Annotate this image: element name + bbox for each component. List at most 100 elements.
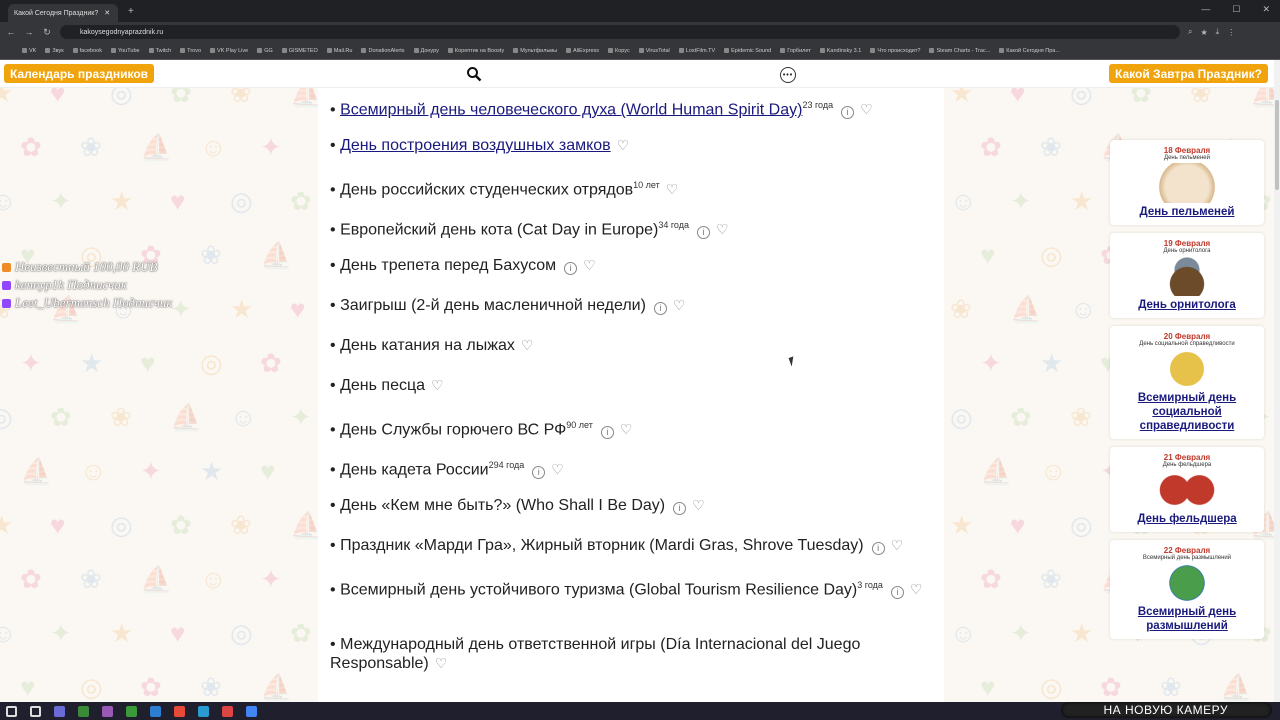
bookmark-item[interactable]: Twitch	[148, 48, 171, 54]
heart-icon[interactable]: ♡	[673, 297, 686, 313]
close-icon[interactable]: ✕	[104, 9, 110, 17]
info-icon[interactable]: i	[871, 542, 885, 555]
heart-icon[interactable]: ♡	[716, 221, 729, 237]
bullet: •	[330, 497, 336, 514]
app-icon[interactable]	[54, 705, 65, 717]
bookmark-item[interactable]: Epidemic Sound	[724, 48, 771, 54]
bookmark-item[interactable]: Steam Charts - Trac...	[929, 48, 990, 54]
heart-icon[interactable]: ♡	[521, 337, 534, 353]
new-tab-button[interactable]: +	[128, 6, 134, 17]
url-field[interactable]: kakoysegodnyaprazdnik.ru	[60, 25, 1180, 39]
pattern-decoration: ✿	[170, 510, 192, 540]
info-icon[interactable]: i	[653, 302, 667, 315]
bookmark-item[interactable]: DonationAlerts	[361, 48, 405, 54]
bookmark-item[interactable]: Kandinsky 3.1	[819, 48, 861, 54]
heart-icon[interactable]: ♡	[860, 101, 873, 117]
heart-icon[interactable]: ♡	[435, 655, 448, 671]
heart-icon[interactable]: ♡	[617, 137, 630, 153]
card-title-link[interactable]: День орнитолога	[1114, 298, 1260, 312]
zoom-icon[interactable]: ⌕	[1188, 27, 1192, 37]
chrome-icon[interactable]	[246, 705, 257, 717]
search-taskbar-icon[interactable]	[30, 705, 41, 717]
bookmark-item[interactable]: VK	[22, 48, 36, 54]
world-thinking-day-image[interactable]	[1156, 563, 1218, 603]
bookmark-item[interactable]: GG	[257, 48, 273, 54]
heart-icon[interactable]: ♡	[910, 581, 923, 597]
bookmark-item[interactable]: YouTube	[110, 48, 140, 54]
pattern-decoration: ✦	[20, 348, 42, 378]
bookmark-item[interactable]: VirusTotal	[638, 48, 670, 54]
heart-icon[interactable]: ♡	[583, 257, 596, 273]
scrollbar-thumb[interactable]	[1275, 100, 1279, 190]
scales-image[interactable]	[1156, 349, 1218, 389]
info-icon[interactable]: i	[673, 502, 687, 515]
bookmark-item[interactable]: Звук	[45, 48, 64, 54]
bookmark-item[interactable]: AliExpress	[566, 48, 599, 54]
bookmark-item[interactable]: Корус	[608, 48, 630, 54]
bookmark-item[interactable]: Мультфильмы	[513, 48, 557, 54]
dumplings-image[interactable]	[1156, 163, 1218, 203]
app-icon[interactable]	[174, 705, 185, 717]
bookmark-item[interactable]: Донуру	[413, 48, 439, 54]
upcoming-holiday-card[interactable]: 19 Февраля День орнитолога День орнитолога	[1110, 233, 1264, 318]
heart-icon[interactable]: ♡	[431, 377, 444, 393]
maximize-icon[interactable]: ☐	[1232, 4, 1240, 15]
bookmark-item[interactable]: facebook	[72, 48, 102, 54]
search-icon[interactable]	[466, 66, 482, 82]
app-icon[interactable]	[126, 705, 137, 717]
info-icon[interactable]: i	[696, 226, 710, 240]
close-window-icon[interactable]: ✕	[1262, 4, 1270, 15]
info-icon[interactable]: i	[890, 586, 904, 600]
app-icon[interactable]	[222, 705, 233, 717]
card-title-link[interactable]: Всемирный день размышлений	[1114, 605, 1260, 633]
tomorrow-button[interactable]: Какой Завтра Праздник?	[1109, 64, 1268, 83]
start-icon[interactable]	[6, 705, 17, 717]
app-icon[interactable]	[78, 705, 89, 717]
forward-icon[interactable]: →	[24, 27, 34, 37]
upcoming-holiday-card[interactable]: 18 Февраля День пельменей День пельменей	[1110, 140, 1264, 225]
download-icon[interactable]: ⤓	[1216, 27, 1220, 37]
bird-nest-image[interactable]	[1156, 256, 1218, 296]
bookmark-item[interactable]: GISMETEO	[281, 48, 318, 54]
heart-icon[interactable]: ♡	[620, 421, 633, 437]
info-icon[interactable]: i	[841, 106, 855, 120]
heart-icon[interactable]: ♡	[891, 537, 904, 553]
app-icon[interactable]	[102, 705, 113, 717]
more-options-icon[interactable]: •••	[780, 67, 796, 83]
bookmark-star-icon[interactable]: ★	[1200, 28, 1207, 37]
bookmark-item[interactable]: Какой Сегодня Пра...	[999, 48, 1060, 54]
holiday-name: День трепета перед Бахусом	[340, 257, 557, 274]
upcoming-holiday-card[interactable]: 22 Февраля Всемирный день размышлений Всем…	[1110, 540, 1264, 639]
menu-icon[interactable]: ⋮	[1227, 28, 1235, 37]
bookmark-item[interactable]: LostFilm.TV	[678, 48, 715, 54]
holiday-link[interactable]: Всемирный день человеческого духа (World…	[340, 101, 802, 118]
minimize-icon[interactable]: —	[1201, 4, 1210, 15]
back-icon[interactable]: ←	[6, 27, 16, 37]
holiday-link[interactable]: День построения воздушных замков	[340, 137, 611, 154]
info-icon[interactable]: i	[564, 262, 578, 275]
app-icon[interactable]	[198, 705, 209, 717]
reload-icon[interactable]: ↻	[42, 27, 52, 38]
bookmark-item[interactable]: Trovo	[180, 48, 201, 54]
bookmark-item[interactable]: Что происходит?	[870, 48, 920, 54]
upcoming-holiday-card[interactable]: 20 Февраля День социальной справедливости…	[1110, 326, 1264, 439]
heart-icon[interactable]: ♡	[666, 181, 679, 197]
page-scrollbar[interactable]	[1274, 60, 1280, 702]
bookmark-item[interactable]: VK Play Live	[210, 48, 248, 54]
card-title-link[interactable]: Всемирный день социальной справедливости	[1114, 391, 1260, 433]
calendar-button[interactable]: Календарь праздников	[4, 64, 155, 83]
paramedics-image[interactable]	[1156, 470, 1218, 510]
app-icon[interactable]	[150, 705, 161, 717]
bookmark-item[interactable]: Горбилет	[780, 48, 811, 54]
holiday-age: 90 лет	[566, 420, 593, 430]
bookmark-item[interactable]: Mail.Ru	[326, 48, 352, 54]
card-title-link[interactable]: День фельдшера	[1114, 512, 1260, 526]
browser-tab[interactable]: Какой Сегодня Праздник? ✕	[8, 4, 118, 22]
card-title-link[interactable]: День пельменей	[1114, 205, 1260, 219]
info-icon[interactable]: i	[532, 466, 546, 480]
upcoming-holiday-card[interactable]: 21 Февраля День фельдшера День фельдшера	[1110, 447, 1264, 532]
heart-icon[interactable]: ♡	[692, 497, 705, 513]
bookmark-item[interactable]: Корептик на Boosty	[447, 48, 504, 54]
heart-icon[interactable]: ♡	[551, 461, 564, 477]
info-icon[interactable]: i	[600, 426, 614, 440]
